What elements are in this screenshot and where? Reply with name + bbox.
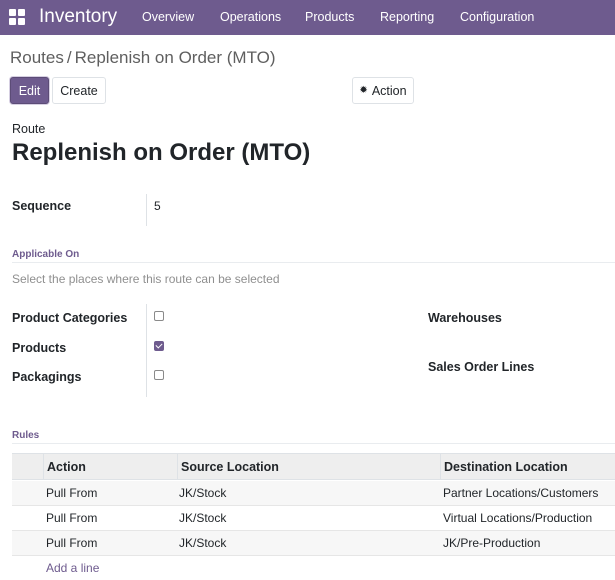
rules-title: Rules (12, 430, 40, 441)
column-destination-location[interactable]: Destination Location (440, 454, 615, 480)
top-navbar: Inventory Overview Operations Products R… (0, 0, 615, 35)
packagings-label: Packagings (12, 370, 82, 384)
sales-order-lines-label: Sales Order Lines (428, 360, 535, 374)
table-row[interactable]: Pull From JK/Stock JK/Pre-Production (12, 531, 615, 556)
product-categories-label: Product Categories (12, 311, 128, 325)
applicable-on-divider (146, 304, 147, 397)
rule-action: Pull From (46, 536, 98, 550)
warehouses-label: Warehouses (428, 311, 502, 325)
applicable-on-separator (12, 262, 615, 263)
applicable-on-title: Applicable On (12, 249, 80, 260)
route-field-label: Route (12, 122, 46, 136)
rule-source: JK/Stock (179, 486, 227, 500)
rule-source: JK/Stock (179, 511, 227, 525)
applicable-on-help: Select the places where this route can b… (12, 272, 280, 286)
product-categories-checkbox[interactable] (154, 311, 164, 321)
row-select-header (12, 454, 43, 480)
add-line-link[interactable]: Add a line (46, 561, 99, 575)
table-row[interactable]: Pull From JK/Stock Virtual Locations/Pro… (12, 506, 615, 531)
table-row[interactable]: Pull From JK/Stock Partner Locations/Cus… (12, 481, 615, 506)
products-checkbox[interactable] (154, 341, 164, 351)
breadcrumb-separator: / (66, 48, 72, 67)
apps-menu-icon[interactable] (9, 9, 25, 25)
rule-destination: Partner Locations/Customers (443, 486, 599, 500)
column-source-location[interactable]: Source Location (177, 454, 440, 480)
packagings-checkbox[interactable] (154, 370, 164, 380)
column-action[interactable]: Action (43, 454, 177, 480)
sequence-value: 5 (154, 199, 161, 213)
rule-destination: Virtual Locations/Production (443, 511, 593, 525)
app-name[interactable]: Inventory (39, 5, 117, 29)
menu-products[interactable]: Products (305, 9, 354, 25)
gear-icon: ✹ (359, 84, 368, 96)
rules-separator (12, 443, 615, 444)
rule-action: Pull From (46, 486, 98, 500)
rule-destination: JK/Pre-Production (443, 536, 541, 550)
sequence-divider (146, 194, 147, 226)
breadcrumb: Routes / Replenish on Order (MTO) (10, 48, 276, 68)
route-name: Replenish on Order (MTO) (12, 139, 311, 166)
menu-configuration[interactable]: Configuration (460, 9, 534, 25)
menu-reporting[interactable]: Reporting (380, 9, 434, 25)
menu-operations[interactable]: Operations (220, 9, 281, 25)
action-button-label: Action (371, 83, 407, 98)
breadcrumb-current: Replenish on Order (MTO) (74, 48, 276, 67)
create-button[interactable]: Create (52, 77, 106, 104)
breadcrumb-routes[interactable]: Routes (10, 48, 64, 67)
menu-overview[interactable]: Overview (142, 9, 194, 25)
rule-source: JK/Stock (179, 536, 227, 550)
edit-button[interactable]: Edit (10, 77, 49, 104)
sequence-label: Sequence (12, 199, 72, 213)
rules-table-header: Action Source Location Destination Locat… (12, 453, 615, 480)
rule-action: Pull From (46, 511, 98, 525)
action-button[interactable]: ✹ Action (352, 77, 414, 104)
products-label: Products (12, 341, 67, 355)
